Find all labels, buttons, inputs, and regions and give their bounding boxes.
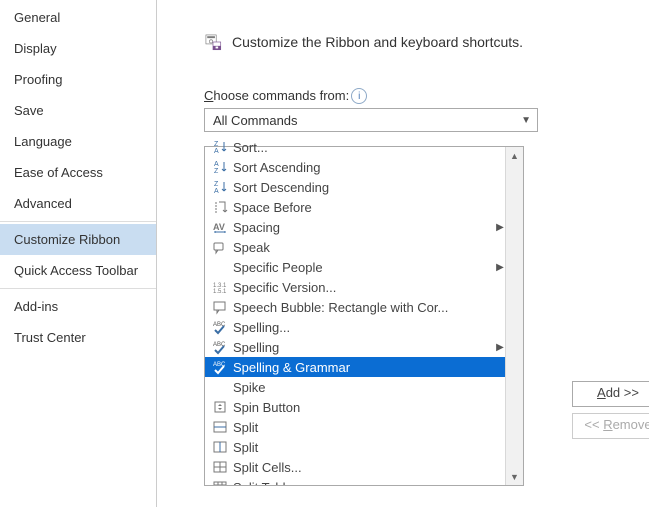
command-item[interactable]: Split Table [205,477,505,485]
commands-listbox[interactable]: ZASort...AZSort AscendingZASort Descendi… [204,146,524,486]
command-label: Speech Bubble: Rectangle with Cor... [233,300,495,315]
table-icon [211,479,229,485]
scroll-track[interactable] [506,164,523,468]
customize-ribbon-icon [204,34,222,50]
add-button[interactable]: Add >> [572,381,649,407]
scroll-down-icon[interactable]: ▼ [506,468,523,485]
abc-check-icon: ABC [211,359,229,375]
av-icon: AV [211,219,229,235]
command-label: Spelling... [233,320,495,335]
command-label: Split [233,440,495,455]
nav-separator [0,288,156,289]
ver-icon: 1.3.11.5.1 [211,279,229,295]
sort-za-icon: ZA [211,139,229,155]
command-label: Split [233,420,495,435]
command-item[interactable]: ABC Spelling▶ [205,337,505,357]
abc-check-icon: ABC [211,339,229,355]
svg-text:A: A [214,188,219,195]
command-label: Specific People [233,260,495,275]
svg-text:A: A [214,161,219,168]
svg-text:1.5.1: 1.5.1 [213,289,227,295]
remove-button: << Remove [572,413,649,439]
command-item[interactable]: Spin Button [205,397,505,417]
nav-item-customize-ribbon[interactable]: Customize Ribbon [0,224,156,255]
command-label: Split Table [233,480,495,486]
panel-title: Customize the Ribbon and keyboard shortc… [232,34,523,50]
combo-value: All Commands [213,113,298,128]
command-item[interactable]: Speak [205,237,505,257]
command-item[interactable]: Split [205,437,505,457]
command-label: Spacing [233,220,495,235]
svg-text:Z: Z [214,168,219,175]
options-nav: GeneralDisplayProofingSaveLanguageEase o… [0,0,157,507]
command-item[interactable]: ZA Sort Descending [205,177,505,197]
command-item[interactable]: ABC Spelling & Grammar [205,357,505,377]
command-label: Spin Button [233,400,495,415]
spin-icon [211,399,229,415]
choose-commands-label: Choose commands from:i [204,88,649,104]
command-item[interactable]: Space Before [205,197,505,217]
customize-ribbon-panel: Customize the Ribbon and keyboard shortc… [182,0,649,507]
bubble-icon [211,299,229,315]
command-label: Split Cells... [233,460,495,475]
nav-item-ease-of-access[interactable]: Ease of Access [0,157,156,188]
chevron-down-icon: ▼ [521,115,531,126]
svg-text:AV: AV [213,222,225,232]
command-item[interactable]: Spike [205,377,505,397]
command-item[interactable]: AZ Sort Ascending [205,157,505,177]
command-label: Spike [233,380,495,395]
command-item[interactable]: ZA Sort... [205,137,505,157]
command-item[interactable]: AV Spacing▶ [205,217,505,237]
scrollbar[interactable]: ▲ ▼ [505,147,523,485]
nav-item-language[interactable]: Language [0,126,156,157]
nav-item-advanced[interactable]: Advanced [0,188,156,219]
sort-za-icon: ZA [211,179,229,195]
blank-icon [211,259,229,275]
nav-item-display[interactable]: Display [0,33,156,64]
submenu-indicator-icon: ▶ [495,222,505,233]
scroll-up-icon[interactable]: ▲ [506,147,523,164]
choose-commands-combo[interactable]: All Commands ▼ [204,108,538,132]
split-v-icon [211,439,229,455]
command-label: Sort... [233,140,495,155]
abc-check-icon: ABC [211,319,229,335]
command-label: Spelling & Grammar [233,360,495,375]
para-icon [211,199,229,215]
command-item[interactable]: 1.3.11.5.1 Specific Version... [205,277,505,297]
nav-item-save[interactable]: Save [0,95,156,126]
svg-text:Z: Z [214,181,219,188]
nav-item-add-ins[interactable]: Add-ins [0,291,156,322]
sort-az-icon: AZ [211,159,229,175]
command-item[interactable]: Split Cells... [205,457,505,477]
command-label: Specific Version... [233,280,495,295]
command-label: Sort Descending [233,180,495,195]
nav-item-trust-center[interactable]: Trust Center [0,322,156,353]
nav-item-quick-access-toolbar[interactable]: Quick Access Toolbar [0,255,156,286]
speak-icon [211,239,229,255]
command-item[interactable]: ABC Spelling... [205,317,505,337]
info-icon[interactable]: i [351,88,367,104]
command-label: Sort Ascending [233,160,495,175]
panel-header: Customize the Ribbon and keyboard shortc… [204,18,649,66]
svg-text:A: A [214,148,219,155]
split-h-icon [211,419,229,435]
nav-item-general[interactable]: General [0,2,156,33]
command-item[interactable]: Speech Bubble: Rectangle with Cor... [205,297,505,317]
cells-icon [211,459,229,475]
blank-icon [211,379,229,395]
command-item[interactable]: Specific People▶ [205,257,505,277]
svg-text:Z: Z [214,141,219,148]
submenu-indicator-icon: ▶ [495,342,505,353]
submenu-indicator-icon: ▶ [495,262,505,273]
command-label: Speak [233,240,495,255]
command-label: Space Before [233,200,495,215]
nav-item-proofing[interactable]: Proofing [0,64,156,95]
nav-separator [0,221,156,222]
command-label: Spelling [233,340,495,355]
command-item[interactable]: Split [205,417,505,437]
